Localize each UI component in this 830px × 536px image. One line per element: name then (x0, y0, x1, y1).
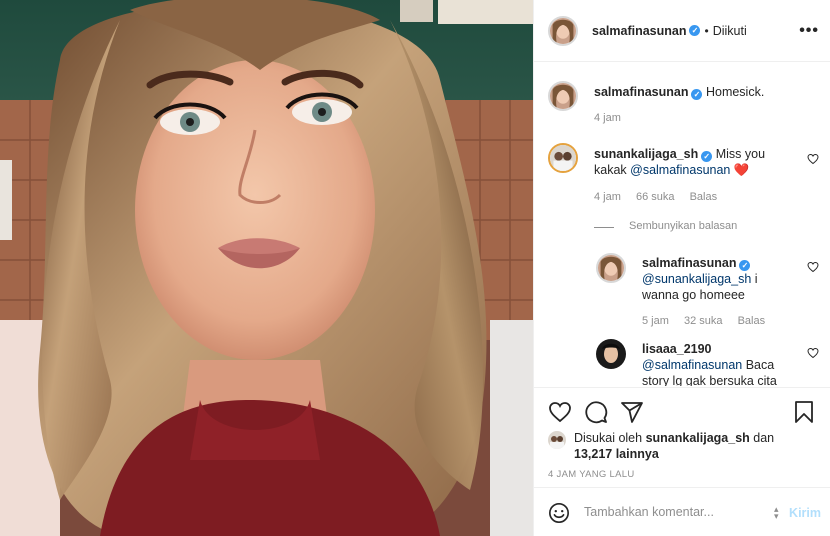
reply: lisaaa_2190 @salmafinasunan Baca story l… (596, 339, 826, 386)
reply-text: Baca (742, 358, 775, 372)
post-header: salmafinasunan ✓ • Diikuti ••• (534, 0, 830, 62)
likes-count[interactable]: 13,217 lainnya (574, 447, 659, 461)
like-comment-heart-icon[interactable] (807, 347, 819, 359)
add-comment-bar: ▴▾ Kirim (534, 487, 830, 536)
emoji-icon[interactable] (548, 502, 570, 524)
resize-arrows-icon: ▴ ▾ (774, 504, 779, 521)
comment-input[interactable] (584, 505, 764, 519)
comments-list[interactable]: salmafinasunan ✓ Homesick. 4 jam sunankal… (534, 63, 830, 386)
caption-time[interactable]: 4 jam (594, 112, 621, 124)
comment-text-line2: kakak (594, 163, 631, 177)
caption-username[interactable]: salmafinasunan (594, 85, 688, 99)
like-heart-icon[interactable] (548, 400, 572, 424)
verified-badge-icon: ✓ (689, 25, 701, 36)
selfie-image (0, 0, 533, 536)
more-options-icon[interactable]: ••• (799, 22, 819, 40)
likes-mid: dan (749, 431, 775, 445)
reply-button[interactable]: Balas (738, 315, 766, 327)
caption-avatar[interactable] (548, 81, 578, 111)
commenter-username[interactable]: sunankalijaga_sh (594, 147, 698, 161)
verified-badge-icon: ✓ (739, 260, 751, 271)
commenter-avatar[interactable] (548, 143, 578, 173)
comment-time[interactable]: 4 jam (594, 191, 621, 203)
replier-username[interactable]: salmafinasunan (642, 256, 736, 270)
post-timestamp[interactable]: 4 JAM YANG LALU (548, 469, 635, 480)
separator-dot: • (704, 23, 709, 38)
replier-username[interactable]: lisaaa_2190 (642, 342, 712, 356)
reply-likes[interactable]: 32 suka (684, 315, 723, 327)
hide-replies-line (594, 227, 614, 228)
verified-badge-icon: ✓ (701, 151, 713, 162)
caption-text: Homesick. (705, 85, 765, 99)
save-bookmark-icon[interactable] (792, 400, 816, 424)
post-photo[interactable] (0, 0, 533, 536)
reply-text: i (751, 272, 758, 286)
instagram-post: salmafinasunan ✓ • Diikuti ••• salmafina… (0, 0, 830, 536)
comment: sunankalijaga_sh ✓ Miss you kakak @salmaf… (548, 143, 823, 213)
likes-prefix: Disukai oleh (574, 431, 646, 445)
comment-bubble-icon[interactable] (584, 400, 608, 424)
post-side-panel: salmafinasunan ✓ • Diikuti ••• salmafina… (533, 0, 830, 536)
share-plane-icon[interactable] (620, 400, 644, 424)
reply-text-line2: story lg gak bersuka cita (642, 374, 777, 386)
liker-username[interactable]: sunankalijaga_sh (646, 431, 750, 445)
reply-time[interactable]: 5 jam (642, 315, 669, 327)
comment-text: Miss you (715, 147, 766, 161)
author-username[interactable]: salmafinasunan (592, 24, 686, 38)
post-actions: Disukai oleh sunankalijaga_sh dan 13,217… (534, 387, 830, 487)
like-comment-heart-icon[interactable] (807, 153, 819, 165)
mention-link[interactable]: @salmafinasunan (630, 163, 730, 177)
reply-text-line2: wanna go homeee (642, 288, 745, 302)
verified-badge-icon: ✓ (691, 89, 703, 100)
comment-emoji: ❤️ (730, 163, 750, 177)
caption: salmafinasunan ✓ Homesick. 4 jam (548, 81, 818, 131)
following-button[interactable]: Diikuti (713, 24, 747, 38)
author-avatar[interactable] (548, 15, 578, 46)
reply-button[interactable]: Balas (690, 191, 718, 203)
mention-link[interactable]: @salmafinasunan (642, 358, 742, 372)
replier-avatar[interactable] (596, 339, 626, 369)
comment-likes[interactable]: 66 suka (636, 191, 675, 203)
liker-avatar[interactable] (548, 431, 566, 449)
send-button[interactable]: Kirim (789, 506, 821, 520)
mention-link[interactable]: @sunankalijaga_sh (642, 272, 751, 286)
replier-avatar[interactable] (596, 253, 626, 283)
hide-replies-button[interactable]: Sembunyikan balasan (629, 220, 737, 232)
reply: salmafinasunan ✓ @sunankalijaga_sh i wann… (596, 253, 826, 328)
like-comment-heart-icon[interactable] (807, 261, 819, 273)
